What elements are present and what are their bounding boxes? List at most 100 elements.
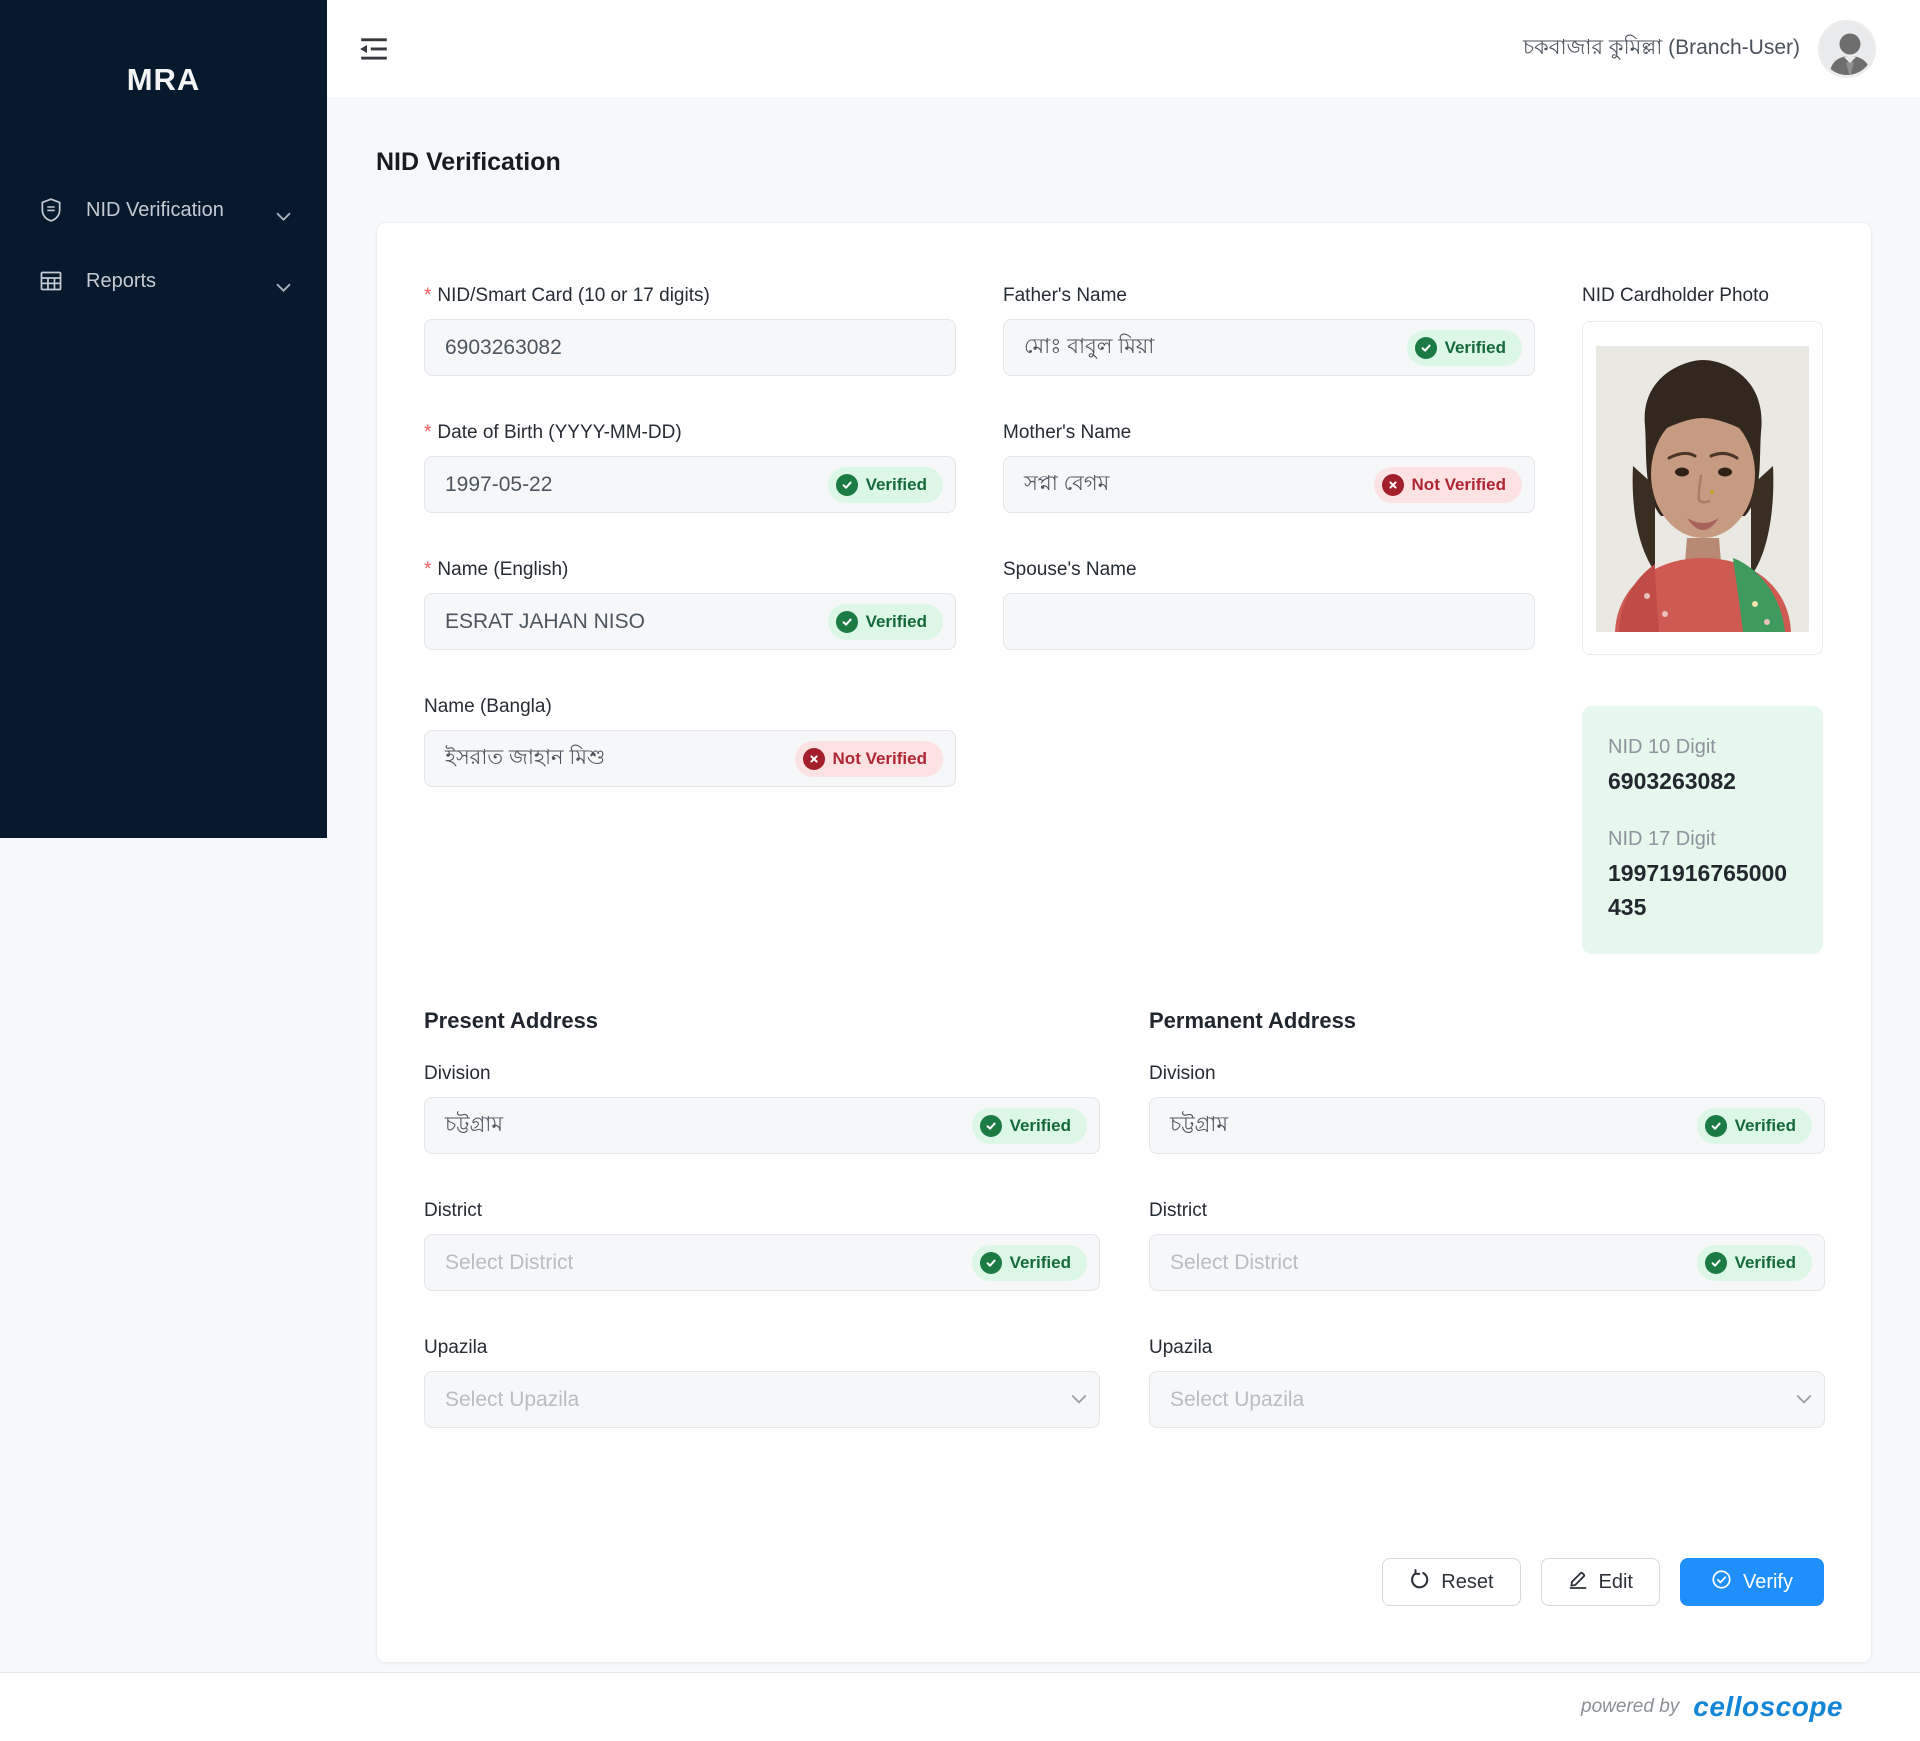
permanent-district-select[interactable]: Select District Verified [1149,1234,1825,1292]
field-label: Upazila [1149,1337,1213,1359]
menu-fold-icon[interactable] [358,34,392,64]
permanent-division-input[interactable]: চট্টগ্রাম Verified [1149,1097,1825,1155]
field-label: Division [424,1063,491,1085]
select-placeholder: Select Upazila [445,1387,580,1411]
input-value: ইসরাত জাহান মিশু [445,746,606,769]
check-circle-icon [835,610,858,633]
field-label: Name (Bangla) [424,696,552,717]
nid-10-digit-value: 6903263082 [1608,768,1736,794]
name-english-input[interactable]: ESRAT JAHAN NISO Verified [424,593,956,650]
select-placeholder: Select District [1170,1250,1299,1274]
field-label: * Date of Birth (YYYY-MM-DD) [424,422,682,443]
topbar: চকবাজার কুমিল্লা (Branch-User) [327,0,1920,97]
chevron-down-icon [276,205,291,222]
edit-button[interactable]: Edit [1540,1558,1660,1607]
chevron-down-icon [1071,1382,1087,1418]
field-nid: * NID/Smart Card (10 or 17 digits) 690326… [424,283,956,376]
brand-logo: MRA [126,62,201,97]
sidebar-item-label: NID Verification [86,198,224,221]
input-value: 6903263082 [445,335,562,359]
field-present-division: Division চট্টগ্রাম Verified [424,1061,1100,1155]
required-marker: * [424,422,432,443]
field-dob: * Date of Birth (YYYY-MM-DD) 1997-05-22 V… [424,420,956,513]
user-avatar[interactable] [1818,19,1876,78]
nid-17-digit-group: NID 17 Digit 19971916765000435 [1608,828,1797,924]
nid-17-digit-label: NID 17 Digit [1608,828,1716,851]
field-spouse-name: Spouse's Name [1003,557,1535,650]
input-value: চট্টগ্রাম [1170,1113,1229,1137]
field-label: Father's Name [1003,285,1128,306]
present-division-input[interactable]: চট্টগ্রাম Verified [424,1097,1100,1155]
main-content: NID Verification * NID/Smart Card (10 or … [327,97,1920,1664]
select-placeholder: Select Upazila [1170,1387,1305,1411]
input-value: সপ্না বেগম [1024,472,1110,495]
app-root: MRA NID Verification Reports চকবাজার কুম… [0,0,1920,1741]
celloscope-logo: celloscope [1693,1691,1843,1722]
input-value: ESRAT JAHAN NISO [445,609,645,633]
verify-button[interactable]: Verify [1679,1558,1824,1607]
nid-summary-box: NID 10 Digit 6903263082 NID 17 Digit 199… [1582,706,1823,955]
form-top-grid: * NID/Smart Card (10 or 17 digits) 690326… [424,283,1824,955]
mother-name-input[interactable]: সপ্না বেগম Not Verified [1003,456,1535,513]
field-label: Mother's Name [1003,422,1132,443]
not-verified-badge: Not Verified [794,740,943,777]
sidebar-item-reports[interactable]: Reports [0,257,327,305]
sidebar-item-label: Reports [86,269,157,292]
not-verified-badge: Not Verified [1373,466,1522,503]
field-present-upazila: Upazila Select Upazila [424,1335,1100,1429]
input-value: 1997-05-22 [445,472,553,496]
field-label: Upazila [424,1337,488,1359]
photo-label: NID Cardholder Photo [1582,285,1769,306]
check-circle-icon [1704,1114,1727,1137]
x-circle-icon [1381,473,1404,496]
form-column-1: * NID/Smart Card (10 or 17 digits) 690326… [424,283,956,831]
footer: powered by celloscope [0,1672,1920,1741]
sidebar: MRA NID Verification Reports [0,0,327,838]
nid-verification-card: * NID/Smart Card (10 or 17 digits) 690326… [376,222,1872,1664]
reset-button[interactable]: Reset [1382,1558,1521,1607]
field-mother-name: Mother's Name সপ্না বেগম Not Verified [1003,420,1535,513]
input-value: মোঃ বাবুল মিয়া [1024,335,1155,358]
check-circle-icon [835,473,858,496]
field-permanent-division: Division চট্টগ্রাম Verified [1149,1061,1825,1155]
nid-input[interactable]: 6903263082 [424,319,956,376]
check-circle-icon [979,1114,1002,1137]
field-label: District [1149,1200,1208,1222]
chevron-down-icon [1796,1382,1812,1418]
field-label: Spouse's Name [1003,559,1137,580]
permanent-upazila-select[interactable]: Select Upazila [1149,1371,1825,1429]
present-upazila-select[interactable]: Select Upazila [424,1371,1100,1429]
field-label: Division [1149,1063,1216,1085]
id-shield-icon [38,197,64,223]
verified-badge: Verified [1696,1107,1812,1144]
verified-badge: Verified [971,1107,1087,1144]
nid-cardholder-photo [1582,321,1823,655]
field-label: District [424,1200,483,1222]
check-circle-icon [1704,1251,1727,1274]
required-marker: * [424,285,432,306]
check-circle-icon [1414,336,1437,359]
chevron-down-icon [276,276,291,293]
name-bangla-input[interactable]: ইসরাত জাহান মিশু Not Verified [424,730,956,787]
nid-10-digit-label: NID 10 Digit [1608,736,1716,758]
check-circle-icon [979,1251,1002,1274]
present-district-select[interactable]: Select District Verified [424,1234,1100,1292]
check-circle-icon [1711,1569,1732,1596]
table-icon [38,268,64,294]
field-permanent-district: District Select District Verified [1149,1198,1825,1292]
father-name-input[interactable]: মোঃ বাবুল মিয়া Verified [1003,319,1535,376]
spouse-name-input[interactable] [1003,593,1535,650]
field-label: * Name (English) [424,559,569,580]
user-name: চকবাজার কুমিল্লা (Branch-User) [1522,36,1800,59]
dob-input[interactable]: 1997-05-22 Verified [424,456,956,513]
verified-badge: Verified [1696,1244,1812,1281]
sidebar-item-nid-verification[interactable]: NID Verification [0,186,327,234]
present-address-section: Present Address Division চট্টগ্রাম Verif… [424,1008,1100,1472]
verified-badge: Verified [1406,329,1522,366]
field-name-english: * Name (English) ESRAT JAHAN NISO Verifie… [424,557,956,650]
permanent-address-title: Permanent Address [1149,1008,1357,1034]
reload-icon [1409,1568,1430,1596]
field-present-district: District Select District Verified [424,1198,1100,1292]
verified-badge: Verified [827,603,943,640]
topbar-user-area: চকবাজার কুমিল্লা (Branch-User) [1522,19,1876,78]
